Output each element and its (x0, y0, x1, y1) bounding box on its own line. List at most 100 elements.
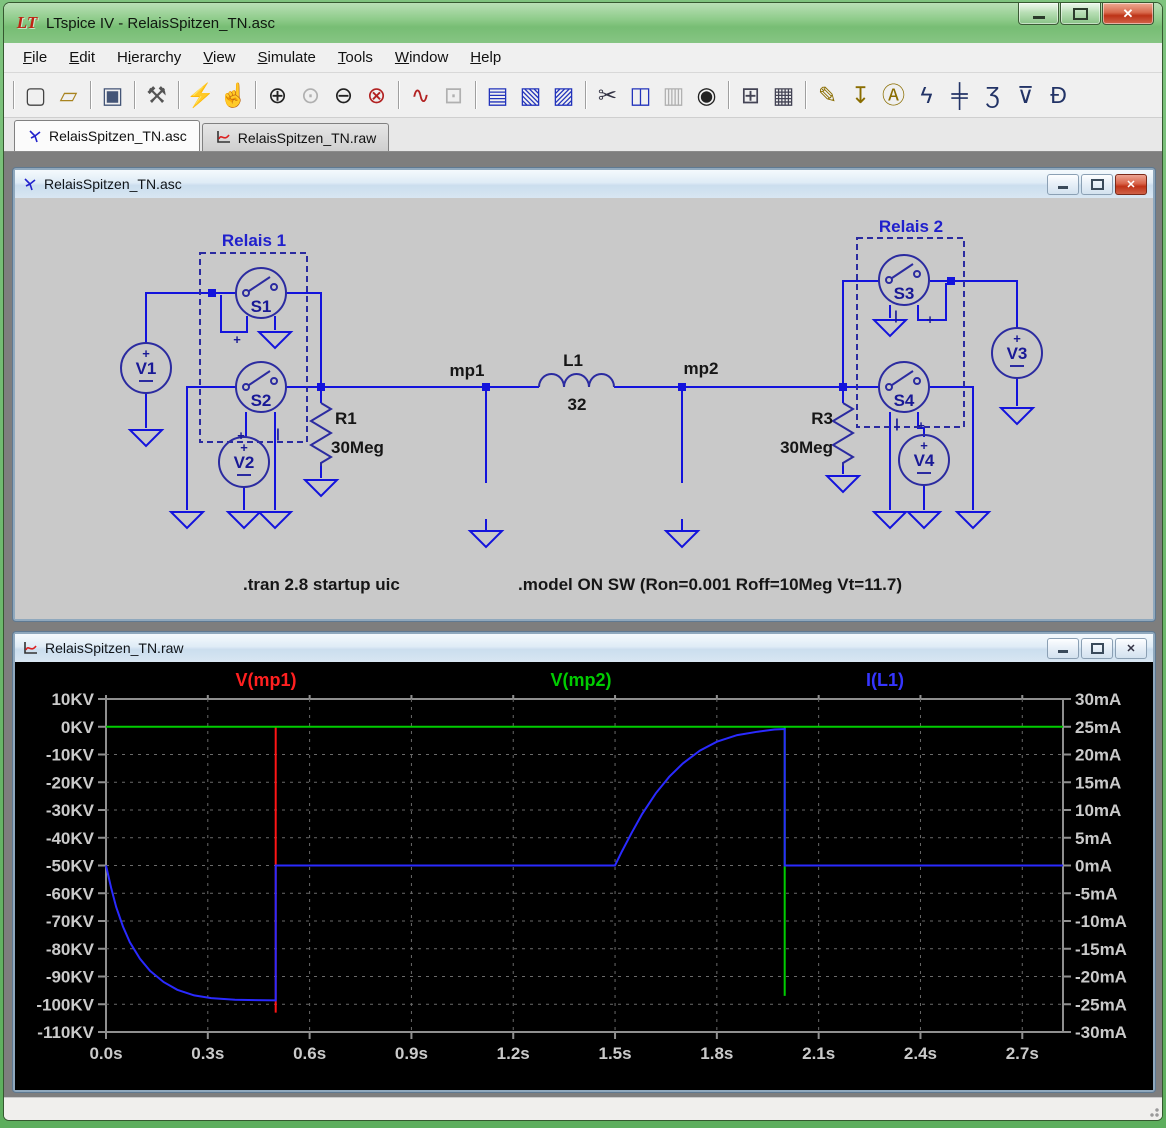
relay1-box[interactable] (200, 253, 307, 442)
y-right-tick-label: -20mA (1075, 968, 1127, 987)
tile-windows-button[interactable]: ▤ (481, 79, 514, 112)
draw-wire-icon: ✎ (818, 84, 837, 107)
waveform-file-icon (215, 130, 231, 145)
child-minimize-button[interactable] (1047, 174, 1079, 195)
print-preview-button[interactable]: ⊞ (734, 79, 767, 112)
tab-schematic[interactable]: RelaisSpitzen_TN.asc (14, 120, 200, 151)
component-l1[interactable] (539, 374, 614, 387)
zoom-in-button[interactable]: ⊕ (261, 79, 294, 112)
cut-button[interactable]: ✂ (591, 79, 624, 112)
menu-window[interactable]: Window (384, 45, 459, 70)
zoom-back-icon: ⊙ (301, 84, 320, 107)
directive-model[interactable]: .model ON SW (Ron=0.001 Roff=10Meg Vt=11… (518, 575, 902, 594)
child-maximize-button[interactable] (1081, 174, 1113, 195)
menu-hierarchy[interactable]: Hierarchy (106, 45, 192, 70)
waveform-window-titlebar[interactable]: RelaisSpitzen_TN.raw ✕ (15, 634, 1153, 662)
legend-I(L1)[interactable]: I(L1) (866, 670, 904, 690)
new-window-button[interactable]: ▨ (547, 79, 580, 112)
resistor-button[interactable]: ϟ (910, 79, 943, 112)
x-tick-label: 2.7s (1006, 1044, 1039, 1063)
new-window-icon: ▨ (553, 84, 575, 107)
cascade-windows-icon: ▧ (520, 84, 542, 107)
waveform-file-icon (22, 641, 38, 656)
schematic-canvas[interactable]: Relais 1 Relais 2 S1 S2 S3 S4 V1 V2 V3 V… (15, 198, 1153, 619)
zoom-out-button[interactable]: ⊖ (327, 79, 360, 112)
draw-wire-button[interactable]: ✎ (811, 79, 844, 112)
y-right-tick-label: -15mA (1075, 940, 1127, 959)
schematic-window-titlebar[interactable]: RelaisSpitzen_TN.asc ✕ (15, 170, 1153, 198)
menu-help[interactable]: Help (459, 45, 512, 70)
menu-tools[interactable]: Tools (327, 45, 384, 70)
menu-simulate[interactable]: Simulate (247, 45, 327, 70)
net-label-mp1[interactable]: mp1 (450, 361, 485, 380)
toolbar-separator (585, 81, 586, 109)
y-right-tick-label: -5mA (1075, 884, 1118, 903)
inductor-button[interactable]: Ʒ (976, 79, 1009, 112)
run-icon: ⚡ (186, 84, 215, 107)
copy-button[interactable]: ◫ (624, 79, 657, 112)
waveform-plot[interactable]: 0.0s0.3s0.6s0.9s1.2s1.5s1.8s2.1s2.4s2.7s… (15, 662, 1153, 1090)
save-button[interactable]: ▣ (96, 79, 129, 112)
toolbar-separator (90, 81, 91, 109)
toolbar-separator (178, 81, 179, 109)
waveform-chart: 0.0s0.3s0.6s0.9s1.2s1.5s1.8s2.1s2.4s2.7s… (15, 662, 1149, 1086)
y-left-tick-label: -110KV (37, 1023, 94, 1042)
toolbar-separator (255, 81, 256, 109)
new-schematic-button[interactable]: ▢ (19, 79, 52, 112)
save-icon: ▣ (102, 84, 124, 107)
legend-V(mp1)[interactable]: V(mp1) (235, 670, 296, 690)
title-bar[interactable]: LT LTspice IV - RelaisSpitzen_TN.asc ✕ (4, 3, 1162, 43)
menu-edit[interactable]: Edit (58, 45, 106, 70)
child-close-button[interactable]: ✕ (1115, 174, 1147, 195)
control-panel-icon: ⚒ (146, 84, 167, 107)
tile-windows-icon: ▤ (487, 84, 509, 107)
x-tick-label: 0.0s (89, 1044, 122, 1063)
component-r1[interactable] (311, 403, 331, 466)
net-label-mp2[interactable]: mp2 (684, 359, 719, 378)
child-maximize-button[interactable] (1081, 638, 1113, 659)
print-button[interactable]: ▦ (767, 79, 800, 112)
y-left-tick-label: -90KV (46, 968, 95, 987)
net-label-button[interactable]: Ⓐ (877, 79, 910, 112)
mdi-area: RelaisSpitzen_TN.asc ✕ (4, 152, 1162, 1097)
find-button[interactable]: ◉ (690, 79, 723, 112)
control-panel-button[interactable]: ⚒ (140, 79, 173, 112)
diode-button[interactable]: ⊽ (1009, 79, 1042, 112)
y-left-tick-label: -30KV (46, 801, 95, 820)
toolbar: ▢▱▣⚒⚡☝⊕⊙⊖⊗∿⊡▤▧▨✂◫▥◉⊞▦✎↧Ⓐϟ╪Ʒ⊽Ð (4, 73, 1162, 118)
capacitor-button[interactable]: ╪ (943, 79, 976, 112)
zoom-extents-button[interactable]: ⊗ (360, 79, 393, 112)
schematic-window: RelaisSpitzen_TN.asc ✕ (13, 168, 1155, 621)
resistor-icon: ϟ (920, 84, 932, 107)
cascade-windows-button[interactable]: ▧ (514, 79, 547, 112)
halt-button: ☝ (217, 79, 250, 112)
autorange-y-button[interactable]: ∿ (404, 79, 437, 112)
minimize-button[interactable] (1018, 3, 1059, 25)
status-bar (4, 1097, 1162, 1120)
run-button[interactable]: ⚡ (184, 79, 217, 112)
maximize-button[interactable] (1060, 3, 1101, 25)
component-r3[interactable] (833, 403, 853, 466)
open-button[interactable]: ▱ (52, 79, 85, 112)
legend-V(mp2)[interactable]: V(mp2) (550, 670, 611, 690)
directive-tran[interactable]: .tran 2.8 startup uic (243, 575, 400, 594)
close-button[interactable]: ✕ (1102, 3, 1154, 25)
ground-button[interactable]: ↧ (844, 79, 877, 112)
print-preview-icon: ⊞ (741, 84, 760, 107)
s4-coil-minus: | (895, 416, 899, 431)
child-minimize-button[interactable] (1047, 638, 1079, 659)
l1-name: L1 (563, 351, 583, 370)
child-close-button[interactable]: ✕ (1115, 638, 1147, 659)
pan-icon: ⊡ (444, 84, 463, 107)
x-tick-label: 1.2s (497, 1044, 530, 1063)
menu-file[interactable]: File (12, 45, 58, 70)
tab-waveform[interactable]: RelaisSpitzen_TN.raw (202, 123, 390, 151)
s3-label: S3 (894, 284, 915, 303)
component-button[interactable]: Ð (1042, 79, 1075, 112)
minimize-icon (1033, 16, 1045, 19)
menu-view[interactable]: View (192, 45, 246, 70)
schematic-file-icon (22, 177, 37, 192)
toolbar-separator (728, 81, 729, 109)
s4-label: S4 (894, 391, 915, 410)
resize-grip[interactable] (1146, 1104, 1159, 1117)
